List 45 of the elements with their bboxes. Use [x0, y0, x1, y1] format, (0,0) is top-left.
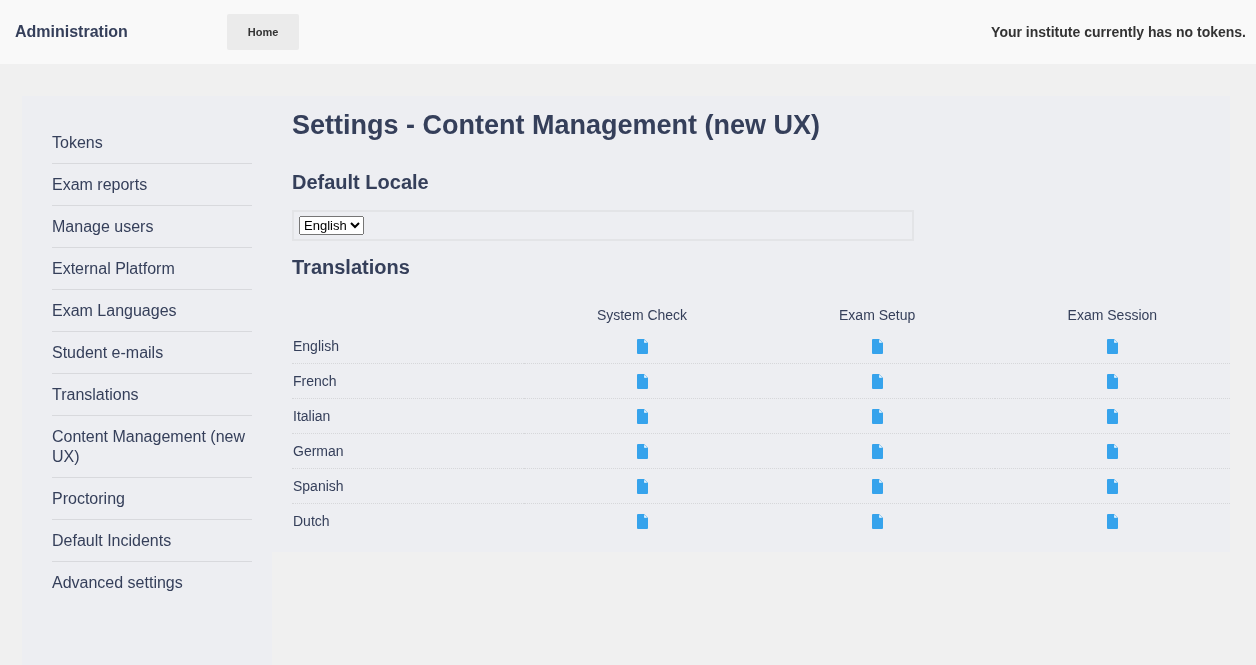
sidebar-item[interactable]: Advanced settings — [52, 562, 252, 603]
sidebar-item[interactable]: Translations — [52, 374, 252, 416]
column-header: Exam Session — [1066, 306, 1159, 325]
sidebar-item[interactable]: Proctoring — [52, 478, 252, 520]
language-cell: English — [292, 329, 525, 364]
page-title: Settings - Content Management (new UX) — [292, 110, 822, 141]
file-icon[interactable] — [1106, 479, 1118, 495]
sidebar-item[interactable]: Exam Languages — [52, 290, 252, 332]
language-cell: French — [292, 363, 525, 399]
app-title: Administration — [15, 23, 129, 41]
file-icon[interactable] — [871, 339, 883, 355]
language-cell: Italian — [292, 398, 525, 434]
file-icon[interactable] — [636, 409, 648, 425]
file-icon[interactable] — [636, 514, 648, 530]
file-icon[interactable] — [636, 374, 648, 390]
language-cell: German — [292, 433, 525, 469]
file-icon[interactable] — [871, 444, 883, 460]
section-heading: Translations — [292, 256, 411, 279]
sidebar-item[interactable]: External Platform — [52, 248, 252, 290]
file-icon[interactable] — [1106, 374, 1118, 390]
file-icon[interactable] — [871, 479, 883, 495]
section-heading: Default Locale — [292, 171, 430, 194]
sidebar-item[interactable]: Tokens — [52, 122, 252, 164]
sidebar-item[interactable]: Manage users — [52, 206, 252, 248]
file-icon[interactable] — [636, 479, 648, 495]
locale-dropdown[interactable]: English — [299, 216, 364, 235]
file-icon[interactable] — [1106, 444, 1118, 460]
file-icon[interactable] — [636, 444, 648, 460]
file-icon[interactable] — [1106, 339, 1118, 355]
file-icon[interactable] — [871, 374, 883, 390]
language-cell: Spanish — [292, 468, 525, 504]
home-button[interactable]: Home — [227, 14, 299, 50]
column-header: System Check — [595, 306, 689, 325]
file-icon[interactable] — [636, 339, 648, 355]
file-icon[interactable] — [1106, 409, 1118, 425]
file-icon[interactable] — [1106, 514, 1118, 530]
file-icon[interactable] — [871, 514, 883, 530]
language-cell: Dutch — [292, 503, 525, 538]
sidebar-item[interactable]: Exam reports — [52, 164, 252, 206]
sidebar-item[interactable]: Default Incidents — [52, 520, 252, 562]
column-header: Exam Setup — [838, 306, 917, 325]
sidebar-item[interactable]: Content Management (new UX) — [52, 416, 252, 478]
token-notice: Your institute currently has no tokens. — [991, 24, 1246, 40]
sidebar-item[interactable]: Student e-mails — [52, 332, 252, 374]
file-icon[interactable] — [871, 409, 883, 425]
